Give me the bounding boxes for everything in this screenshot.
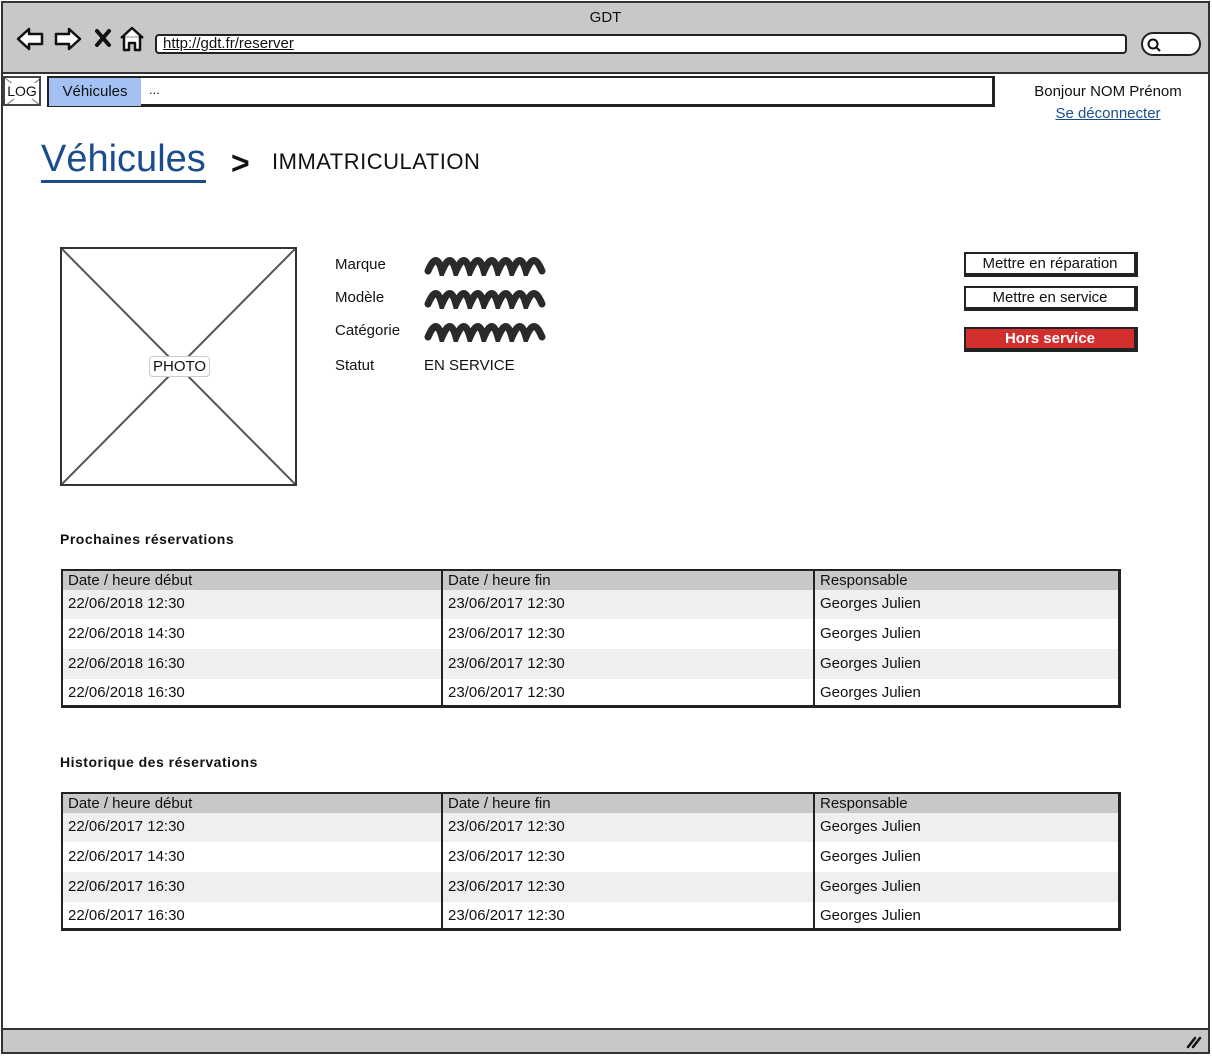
category-value-redacted <box>424 323 546 342</box>
cell-end: 23/06/2017 12:30 <box>443 902 815 928</box>
cell-start: 22/06/2018 12:30 <box>63 590 443 619</box>
status-label: Statut <box>335 357 375 374</box>
search-icon <box>1147 38 1161 52</box>
status-bar <box>3 1028 1208 1052</box>
arrow-left-icon[interactable] <box>15 25 45 53</box>
table-row[interactable]: 22/06/2018 12:30 23/06/2017 12:30 George… <box>63 590 1118 619</box>
address-bar[interactable]: http://gdt.fr/reserver <box>155 34 1127 54</box>
cell-end: 23/06/2017 12:30 <box>443 590 815 619</box>
browser-window: GDT http://gdt.fr/reserver LOG Véhicules <box>1 1 1210 1054</box>
breadcrumb-vehicules-link[interactable]: Véhicules <box>41 139 206 183</box>
history-title: Historique des réservations <box>60 754 258 770</box>
cell-start: 22/06/2017 12:30 <box>63 813 443 842</box>
menu-item-vehicules[interactable]: Véhicules <box>49 78 141 106</box>
in-service-button[interactable]: Mettre en service <box>964 286 1138 311</box>
table-row[interactable]: 22/06/2018 16:30 23/06/2017 12:30 George… <box>63 679 1118 705</box>
home-icon[interactable] <box>117 25 147 53</box>
out-of-service-button[interactable]: Hors service <box>964 327 1138 352</box>
browser-toolbar: GDT http://gdt.fr/reserver <box>3 3 1208 74</box>
table-row[interactable]: 22/06/2017 16:30 23/06/2017 12:30 George… <box>63 902 1118 928</box>
arrow-right-icon[interactable] <box>53 25 83 53</box>
category-label: Catégorie <box>335 322 401 339</box>
history-table: Date / heure début Date / heure fin Resp… <box>61 792 1121 931</box>
cell-responsible: Georges Julien <box>820 655 921 672</box>
menu-more[interactable]: ... <box>149 82 160 97</box>
logout-link[interactable]: Se déconnecter <box>1003 105 1208 122</box>
cell-responsible: Georges Julien <box>820 848 921 865</box>
brand-label: Marque <box>335 256 386 273</box>
table-row[interactable]: 22/06/2018 14:30 23/06/2017 12:30 George… <box>63 619 1118 649</box>
page-title: IMMATRICULATION <box>272 149 481 174</box>
main-menu: Véhicules ... <box>47 76 995 107</box>
table-row[interactable]: 22/06/2017 16:30 23/06/2017 12:30 George… <box>63 872 1118 902</box>
cell-responsible: Georges Julien <box>820 818 921 835</box>
column-header-responsible[interactable]: Responsable <box>815 794 1118 813</box>
upcoming-title: Prochaines réservations <box>60 531 235 547</box>
model-label: Modèle <box>335 289 385 306</box>
cell-start: 22/06/2017 14:30 <box>63 842 443 872</box>
cell-start: 22/06/2018 16:30 <box>63 649 443 679</box>
vehicle-photo: PHOTO <box>60 247 297 486</box>
status-value: EN SERVICE <box>424 357 515 374</box>
table-row[interactable]: 22/06/2017 12:30 23/06/2017 12:30 George… <box>63 813 1118 842</box>
column-header-start[interactable]: Date / heure début <box>63 794 443 813</box>
column-header-end[interactable]: Date / heure fin <box>443 794 815 813</box>
resize-grip-icon[interactable] <box>1186 1035 1202 1049</box>
url-text: http://gdt.fr/reserver <box>163 35 294 52</box>
cell-start: 22/06/2017 16:30 <box>63 872 443 902</box>
table-header: Date / heure début Date / heure fin Resp… <box>63 571 1118 590</box>
table-header: Date / heure début Date / heure fin Resp… <box>63 794 1118 813</box>
cell-responsible: Georges Julien <box>820 595 921 612</box>
logo-text: LOG <box>7 83 37 99</box>
cell-responsible: Georges Julien <box>820 684 921 701</box>
user-greeting: Bonjour NOM Prénom <box>1034 83 1182 100</box>
cell-end: 23/06/2017 12:30 <box>443 679 815 705</box>
table-row[interactable]: 22/06/2017 14:30 23/06/2017 12:30 George… <box>63 842 1118 872</box>
logo: LOG <box>3 76 41 106</box>
photo-label: PHOTO <box>149 356 211 377</box>
column-header-end[interactable]: Date / heure fin <box>443 571 815 590</box>
brand-value-redacted <box>424 257 546 276</box>
cell-end: 23/06/2017 12:30 <box>443 813 815 842</box>
cell-end: 23/06/2017 12:30 <box>443 649 815 679</box>
model-value-redacted <box>424 290 546 309</box>
repair-button[interactable]: Mettre en réparation <box>964 252 1138 277</box>
cell-end: 23/06/2017 12:30 <box>443 619 815 649</box>
cell-end: 23/06/2017 12:30 <box>443 842 815 872</box>
cell-responsible: Georges Julien <box>820 625 921 642</box>
cell-start: 22/06/2017 16:30 <box>63 902 443 928</box>
column-header-start[interactable]: Date / heure début <box>63 571 443 590</box>
cell-responsible: Georges Julien <box>820 878 921 895</box>
table-row[interactable]: 22/06/2018 16:30 23/06/2017 12:30 George… <box>63 649 1118 679</box>
search-field[interactable] <box>1141 32 1201 56</box>
cell-end: 23/06/2017 12:30 <box>443 872 815 902</box>
column-header-responsible[interactable]: Responsable <box>815 571 1118 590</box>
upcoming-table: Date / heure début Date / heure fin Resp… <box>61 569 1121 708</box>
cell-start: 22/06/2018 16:30 <box>63 679 443 705</box>
cell-responsible: Georges Julien <box>820 907 921 924</box>
window-title: GDT <box>589 9 622 26</box>
cell-start: 22/06/2018 14:30 <box>63 619 443 649</box>
breadcrumb-separator: > <box>231 145 250 181</box>
